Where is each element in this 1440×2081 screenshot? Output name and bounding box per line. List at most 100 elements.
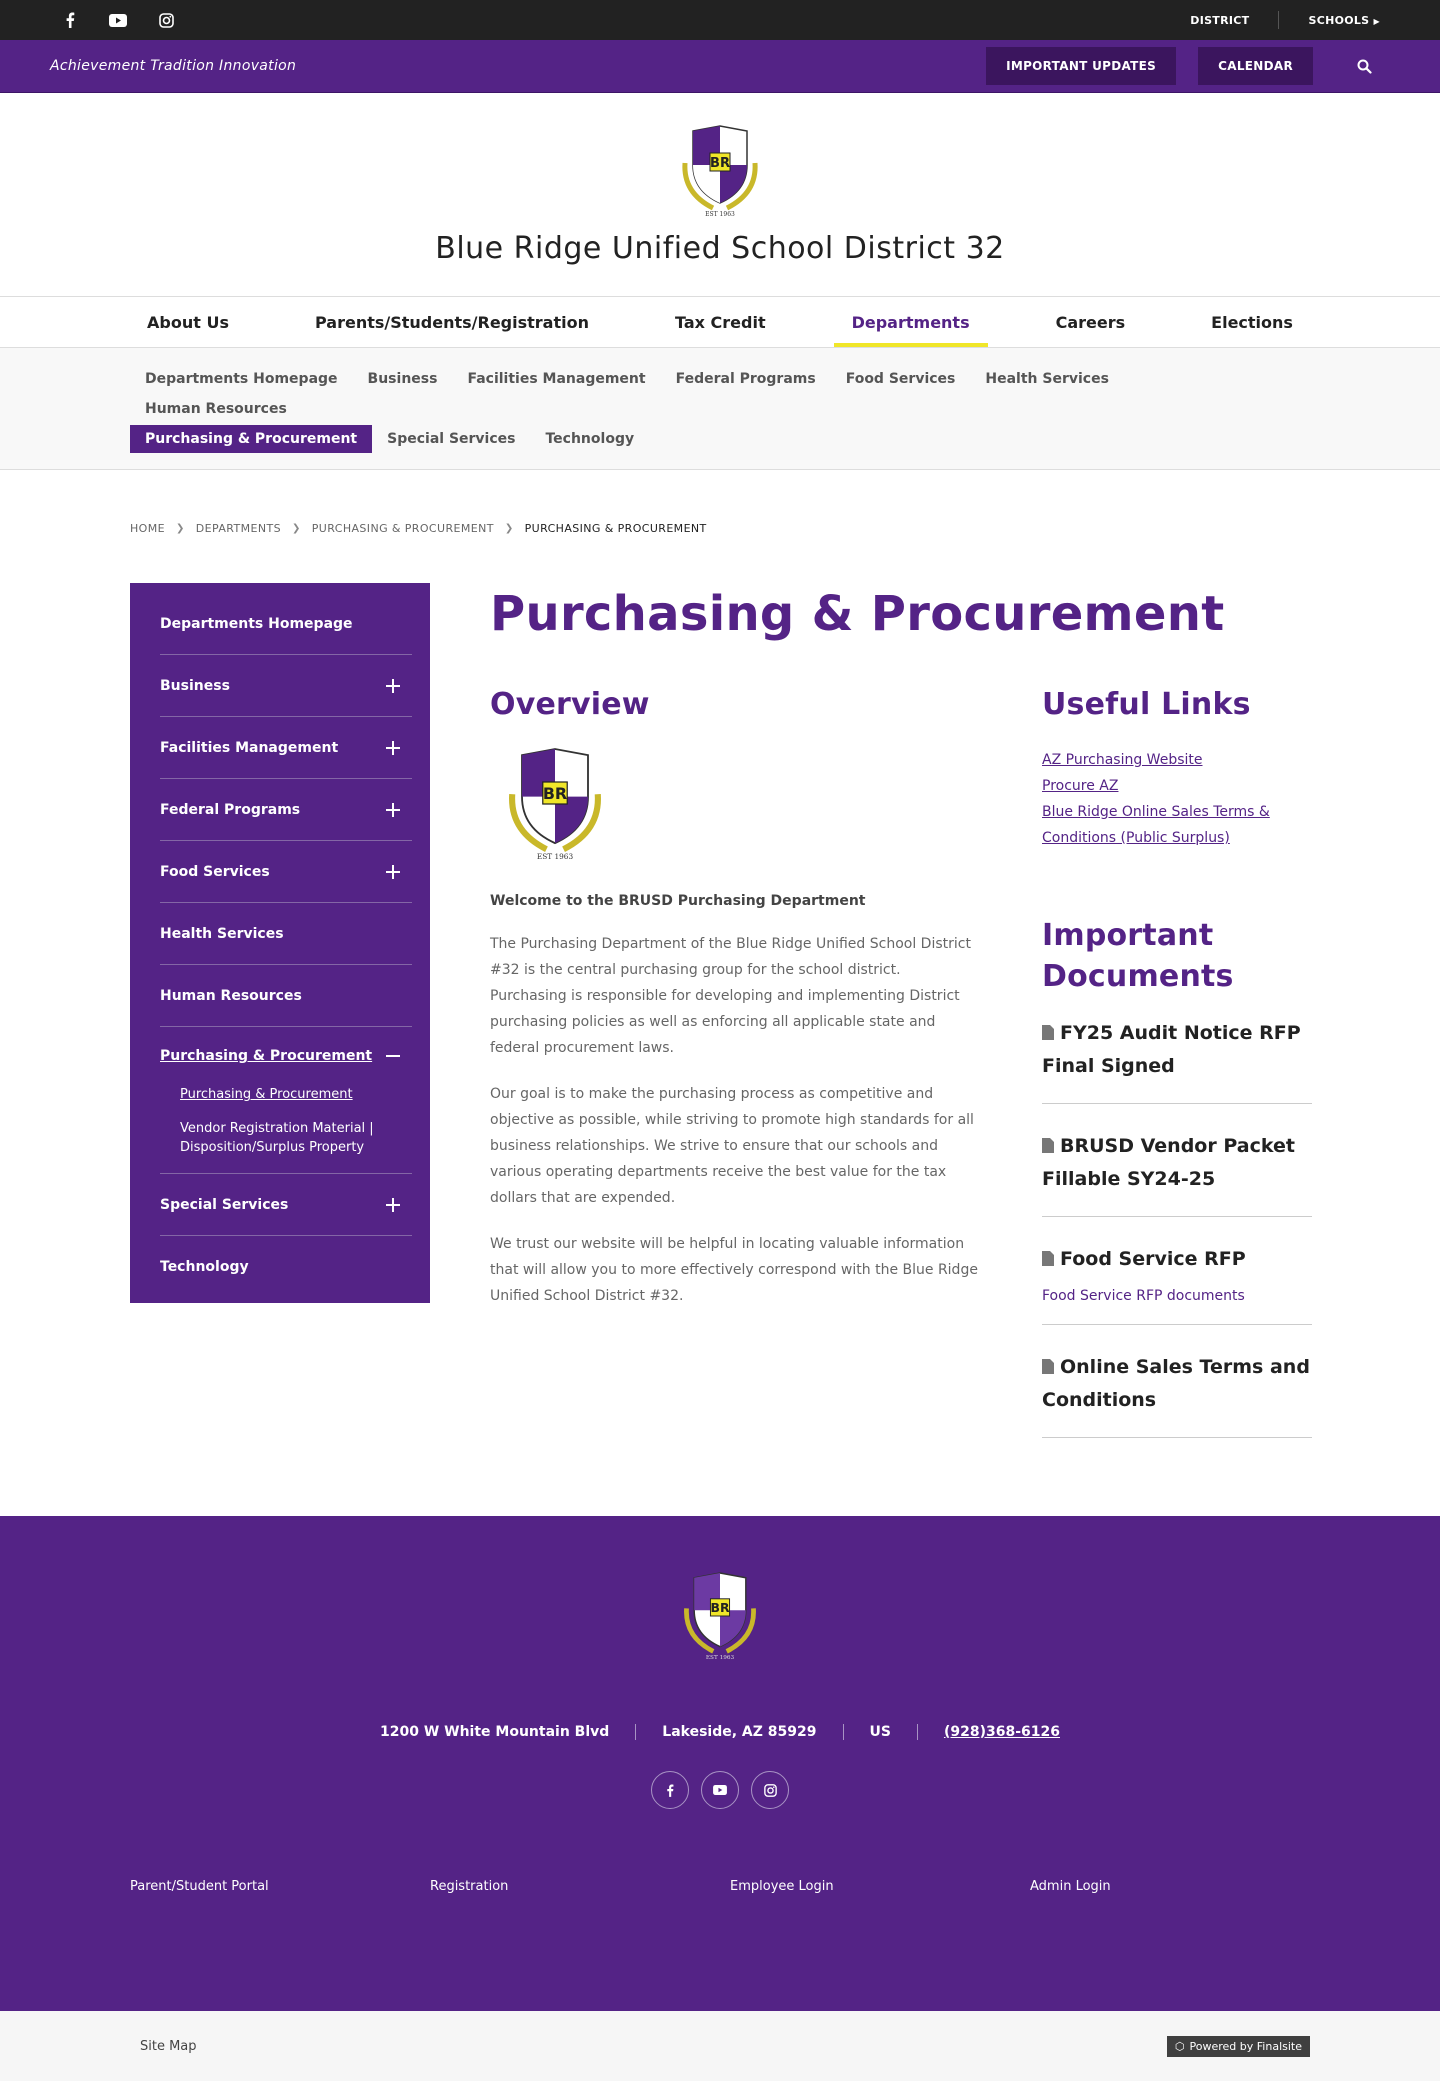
footer-country: US: [844, 1724, 918, 1740]
page-title: Purchasing & Procurement: [490, 586, 1225, 642]
sidebar-item-food-services[interactable]: Food Services: [160, 841, 412, 903]
link-procure-az[interactable]: Procure AZ: [1042, 773, 1312, 799]
tagline: Achievement Tradition Innovation: [50, 58, 297, 74]
main-navigation: About Us Parents/Students/Registration T…: [0, 296, 1440, 348]
sidebar-item-label: Human Resources: [160, 987, 302, 1004]
document-item[interactable]: Food Service RFP Food Service RFP docume…: [1042, 1217, 1312, 1325]
main-content: Purchasing & Procurement Overview BR EST…: [490, 583, 1312, 1438]
youtube-icon[interactable]: [108, 10, 128, 30]
document-title[interactable]: FY25 Audit Notice RFP Final Signed: [1042, 1022, 1301, 1077]
subnav-departments-homepage[interactable]: Departments Homepage: [130, 365, 353, 393]
breadcrumb-home[interactable]: HOME: [130, 522, 165, 535]
sidebar-item-special-services[interactable]: Special Services: [160, 1174, 412, 1236]
overview-column: Overview BR EST 1963 Welcome to the BRUS…: [490, 684, 980, 1438]
subnav-purchasing-procurement[interactable]: Purchasing & Procurement: [130, 425, 373, 453]
subnav-business[interactable]: Business: [353, 365, 453, 393]
tagline-bar: Achievement Tradition Innovation IMPORTA…: [0, 40, 1440, 93]
sidebar-item-human-resources[interactable]: Human Resources: [160, 965, 412, 1027]
nav-about-us[interactable]: About Us: [129, 297, 247, 347]
breadcrumb-departments[interactable]: DEPARTMENTS: [196, 522, 281, 535]
facebook-icon[interactable]: [60, 10, 80, 30]
footer-link-admin-login[interactable]: Admin Login: [1030, 1879, 1330, 1894]
site-map-link[interactable]: Site Map: [140, 2039, 197, 2054]
sidebar-subitem-purchasing-procurement[interactable]: Purchasing & Procurement: [180, 1085, 412, 1104]
document-title[interactable]: Food Service RFP: [1060, 1248, 1246, 1270]
youtube-icon[interactable]: [701, 1771, 739, 1809]
footer-address: 1200 W White Mountain Blvd Lakeside, AZ …: [0, 1724, 1440, 1740]
district-crest-logo[interactable]: BR EST 1963: [675, 123, 765, 223]
crest-letters: BR: [710, 1600, 729, 1615]
file-icon: [1042, 1359, 1054, 1374]
document-item[interactable]: Online Sales Terms and Conditions: [1042, 1325, 1312, 1438]
nav-departments[interactable]: Departments: [833, 297, 988, 347]
document-title[interactable]: Online Sales Terms and Conditions: [1042, 1356, 1310, 1411]
site-title[interactable]: Blue Ridge Unified School District 32: [435, 231, 1005, 266]
sidebar-item-label: Health Services: [160, 925, 284, 942]
breadcrumb-purchasing-section[interactable]: PURCHASING & PROCUREMENT: [312, 522, 494, 535]
schools-dropdown[interactable]: SCHOOLS ▶: [1279, 14, 1380, 27]
subnav-special-services[interactable]: Special Services: [372, 425, 530, 453]
sidebar-item-departments-homepage[interactable]: Departments Homepage: [160, 593, 412, 655]
expand-plus-icon[interactable]: [382, 675, 404, 697]
footer-link-parent-portal[interactable]: Parent/Student Portal: [130, 1879, 430, 1894]
document-item[interactable]: BRUSD Vendor Packet Fillable SY24-25: [1042, 1104, 1312, 1217]
sidebar-item-purchasing-procurement[interactable]: Purchasing & Procurement: [160, 1027, 412, 1085]
search-icon[interactable]: [1354, 56, 1374, 76]
footer-link-employee-login[interactable]: Employee Login: [730, 1879, 1030, 1894]
sidebar-item-business[interactable]: Business: [160, 655, 412, 717]
instagram-icon[interactable]: [751, 1771, 789, 1809]
site-header: BR EST 1963 Blue Ridge Unified School Di…: [0, 93, 1440, 296]
sub-navigation: Departments Homepage Business Facilities…: [0, 348, 1440, 470]
sidebar-item-technology[interactable]: Technology: [160, 1236, 412, 1298]
links-column: Useful Links AZ Purchasing Website Procu…: [1042, 684, 1312, 1438]
collapse-minus-icon[interactable]: [382, 1045, 404, 1067]
instagram-icon[interactable]: [156, 10, 176, 30]
nav-parents-students-registration[interactable]: Parents/Students/Registration: [297, 297, 607, 347]
sidebar-item-federal-programs[interactable]: Federal Programs: [160, 779, 412, 841]
link-online-sales-terms[interactable]: Blue Ridge Online Sales Terms & Conditio…: [1042, 799, 1312, 851]
facebook-icon[interactable]: [651, 1771, 689, 1809]
tagline-bar-actions: IMPORTANT UPDATES CALENDAR: [986, 47, 1390, 85]
sidebar-item-label: Business: [160, 677, 230, 694]
footer-link-registration[interactable]: Registration: [430, 1879, 730, 1894]
content-columns: Overview BR EST 1963 Welcome to the BRUS…: [490, 684, 1312, 1438]
calendar-button[interactable]: CALENDAR: [1198, 47, 1313, 85]
nav-elections[interactable]: Elections: [1193, 297, 1311, 347]
sidebar-subitem-vendor-registration[interactable]: Vendor Registration Material | Dispositi…: [180, 1119, 412, 1157]
powered-by-badge[interactable]: ⬡ Powered by Finalsite: [1166, 2035, 1310, 2057]
crest-letters: BR: [710, 156, 730, 171]
document-title[interactable]: BRUSD Vendor Packet Fillable SY24-25: [1042, 1135, 1295, 1190]
subnav-federal-programs[interactable]: Federal Programs: [661, 365, 831, 393]
overview-crest-image: BR EST 1963: [500, 743, 980, 869]
top-utility-bar: DISTRICT SCHOOLS ▶: [0, 0, 1440, 40]
important-updates-button[interactable]: IMPORTANT UPDATES: [986, 47, 1177, 85]
subnav-health-services[interactable]: Health Services: [970, 365, 1124, 393]
footer-crest-logo[interactable]: BR EST 1963: [677, 1566, 763, 1670]
overview-paragraph: Our goal is to make the purchasing proce…: [490, 1086, 974, 1206]
footer-phone[interactable]: (928)368-6126: [918, 1724, 1086, 1740]
caret-right-icon: ▶: [1373, 16, 1380, 26]
footer-social-links: [0, 1771, 1440, 1809]
district-link[interactable]: DISTRICT: [1161, 14, 1278, 27]
subnav-food-services[interactable]: Food Services: [831, 365, 971, 393]
sidebar-item-facilities-management[interactable]: Facilities Management: [160, 717, 412, 779]
crest-est: EST 1963: [706, 1655, 735, 1661]
subnav-human-resources[interactable]: Human Resources: [130, 395, 302, 423]
footer-city: Lakeside, AZ 85929: [636, 1724, 844, 1740]
document-item[interactable]: FY25 Audit Notice RFP Final Signed: [1042, 997, 1312, 1104]
page-content: Departments Homepage Business Facilities…: [0, 535, 1440, 1438]
expand-plus-icon[interactable]: [382, 799, 404, 821]
subnav-technology[interactable]: Technology: [530, 425, 649, 453]
expand-plus-icon[interactable]: [382, 737, 404, 759]
subnav-facilities-management[interactable]: Facilities Management: [452, 365, 660, 393]
expand-plus-icon[interactable]: [382, 1194, 404, 1216]
sidebar-item-label: Federal Programs: [160, 801, 301, 818]
nav-careers[interactable]: Careers: [1038, 297, 1144, 347]
document-subtitle[interactable]: Food Service RFP documents: [1042, 1288, 1312, 1304]
overview-paragraph: The Purchasing Department of the Blue Ri…: [490, 936, 971, 1056]
link-az-purchasing[interactable]: AZ Purchasing Website: [1042, 747, 1312, 773]
useful-links-list: AZ Purchasing Website Procure AZ Blue Ri…: [1042, 747, 1312, 851]
sidebar-item-health-services[interactable]: Health Services: [160, 903, 412, 965]
expand-plus-icon[interactable]: [382, 861, 404, 883]
nav-tax-credit[interactable]: Tax Credit: [657, 297, 784, 347]
